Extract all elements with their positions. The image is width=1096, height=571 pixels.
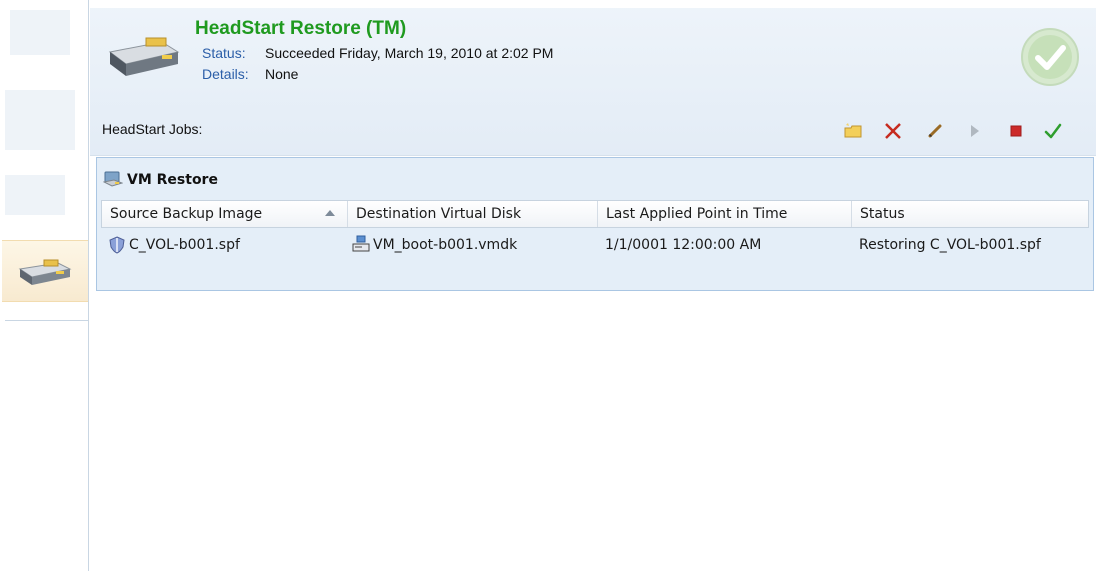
nav-item-blurred	[5, 90, 75, 150]
hard-drive-large-icon	[108, 37, 180, 76]
nav-item-blurred	[5, 175, 65, 215]
finalize-job-button[interactable]	[1042, 120, 1064, 142]
delete-job-button[interactable]	[882, 120, 904, 142]
left-nav-strip	[0, 0, 90, 571]
job-header: HeadStart Restore (TM) Status: Succeeded …	[90, 0, 1096, 156]
play-icon	[971, 125, 979, 137]
grid-header: Source Backup Image Destination Virtual …	[101, 200, 1089, 228]
cell-last-applied: 1/1/0001 12:00:00 AM	[605, 237, 762, 253]
column-header-last-applied[interactable]: Last Applied Point in Time	[598, 201, 852, 227]
details-value: None	[265, 66, 299, 82]
nav-item-headstart-restore[interactable]	[2, 240, 89, 302]
nav-border	[88, 0, 89, 571]
edit-job-button[interactable]	[924, 120, 946, 142]
cell-status: Restoring C_VOL-b001.spf	[859, 237, 1041, 253]
panel-title: VM Restore	[127, 172, 218, 188]
status-line: Status: Succeeded Friday, March 19, 2010 …	[202, 45, 553, 61]
status-value: Succeeded Friday, March 19, 2010 at 2:02…	[265, 45, 554, 61]
job-title: HeadStart Restore (TM)	[195, 18, 407, 39]
delete-icon	[885, 123, 901, 139]
backup-image-shield-icon	[109, 236, 125, 254]
edit-pencil-icon	[928, 124, 942, 138]
vm-restore-panel: VM Restore Source Backup Image Destinati…	[96, 157, 1094, 291]
stop-icon	[1010, 125, 1022, 137]
column-header-status[interactable]: Status	[852, 201, 1088, 227]
check-circle-icon	[1021, 28, 1079, 86]
run-job-button[interactable]	[964, 120, 986, 142]
headstart-jobs-label: HeadStart Jobs:	[102, 121, 203, 137]
status-label: Status:	[202, 45, 246, 61]
checkmark-icon	[1044, 123, 1062, 139]
details-line: Details: None	[202, 66, 298, 82]
virtual-disk-icon	[352, 235, 370, 252]
new-job-button[interactable]	[842, 120, 864, 142]
details-label: Details:	[202, 66, 249, 82]
cell-source: C_VOL-b001.spf	[129, 237, 240, 253]
cell-destination: VM_boot-b001.vmdk	[373, 237, 518, 253]
table-row[interactable]: C_VOL-b001.spf VM_boot-b001.vmdk 1/1/000…	[101, 230, 1089, 260]
stop-job-button[interactable]	[1005, 120, 1027, 142]
sort-ascending-icon	[325, 210, 335, 216]
nav-separator	[5, 320, 89, 321]
hard-drive-icon	[18, 259, 72, 285]
column-header-destination[interactable]: Destination Virtual Disk	[348, 201, 598, 227]
nav-item-blurred	[10, 10, 70, 55]
column-header-source[interactable]: Source Backup Image	[102, 201, 348, 227]
vm-restore-icon	[103, 171, 123, 187]
new-folder-icon	[844, 123, 862, 138]
